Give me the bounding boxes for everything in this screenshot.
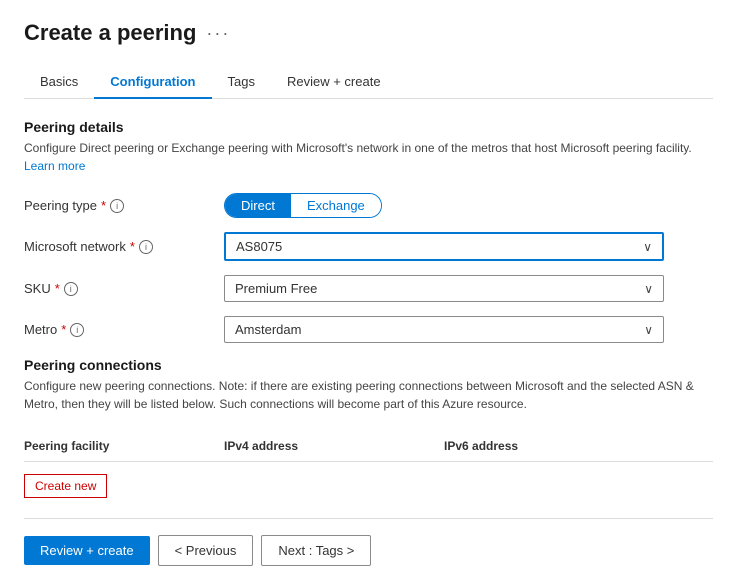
peering-details-section: Peering details Configure Direct peering…	[24, 119, 713, 343]
previous-button[interactable]: < Previous	[158, 535, 254, 566]
tab-tags[interactable]: Tags	[212, 66, 271, 99]
microsoft-network-label: Microsoft network * i	[24, 239, 224, 254]
connections-header: Peering facility IPv4 address IPv6 addre…	[24, 431, 713, 462]
col-header-ipv4: IPv4 address	[224, 439, 444, 453]
metro-label: Metro * i	[24, 322, 224, 337]
tab-bar: Basics Configuration Tags Review + creat…	[24, 66, 713, 99]
peering-type-toggle[interactable]: Direct Exchange	[224, 193, 382, 218]
col-header-facility: Peering facility	[24, 439, 224, 453]
toggle-exchange[interactable]: Exchange	[291, 194, 381, 217]
review-create-button[interactable]: Review + create	[24, 536, 150, 565]
metro-value: Amsterdam	[235, 322, 301, 337]
learn-more-link[interactable]: Learn more	[24, 159, 85, 173]
microsoft-network-value: AS8075	[236, 239, 282, 254]
sku-value: Premium Free	[235, 281, 317, 296]
microsoft-network-dropdown[interactable]: AS8075 ∨	[224, 232, 664, 261]
peering-type-info-icon[interactable]: i	[110, 199, 124, 213]
peering-connections-desc: Configure new peering connections. Note:…	[24, 377, 713, 413]
metro-info-icon[interactable]: i	[70, 323, 84, 337]
page-title: Create a peering	[24, 20, 196, 46]
create-new-button[interactable]: Create new	[24, 474, 107, 498]
required-star: *	[101, 198, 106, 213]
peering-type-label: Peering type * i	[24, 198, 224, 213]
peering-type-row: Peering type * i Direct Exchange	[24, 193, 713, 218]
bottom-bar: Review + create < Previous Next : Tags >	[24, 535, 713, 566]
peering-connections-title: Peering connections	[24, 357, 713, 373]
bottom-divider	[24, 518, 713, 519]
required-star-2: *	[130, 239, 135, 254]
tab-review-create[interactable]: Review + create	[271, 66, 397, 99]
microsoft-network-info-icon[interactable]: i	[139, 240, 153, 254]
peering-connections-section: Peering connections Configure new peerin…	[24, 357, 713, 498]
peering-details-desc: Configure Direct peering or Exchange pee…	[24, 139, 713, 175]
more-options-icon[interactable]: ···	[206, 23, 230, 44]
toggle-direct[interactable]: Direct	[225, 194, 291, 217]
tab-basics[interactable]: Basics	[24, 66, 94, 99]
tab-configuration[interactable]: Configuration	[94, 66, 211, 99]
sku-label: SKU * i	[24, 281, 224, 296]
sku-info-icon[interactable]: i	[64, 282, 78, 296]
next-button[interactable]: Next : Tags >	[261, 535, 371, 566]
microsoft-network-row: Microsoft network * i AS8075 ∨	[24, 232, 713, 261]
peering-details-title: Peering details	[24, 119, 713, 135]
col-header-ipv6: IPv6 address	[444, 439, 644, 453]
metro-dropdown[interactable]: Amsterdam ∨	[224, 316, 664, 343]
chevron-down-icon: ∨	[643, 240, 652, 254]
required-star-4: *	[61, 322, 66, 337]
chevron-down-icon-3: ∨	[644, 323, 653, 337]
required-star-3: *	[55, 281, 60, 296]
sku-row: SKU * i Premium Free ∨	[24, 275, 713, 302]
metro-row: Metro * i Amsterdam ∨	[24, 316, 713, 343]
chevron-down-icon-2: ∨	[644, 282, 653, 296]
sku-dropdown[interactable]: Premium Free ∨	[224, 275, 664, 302]
